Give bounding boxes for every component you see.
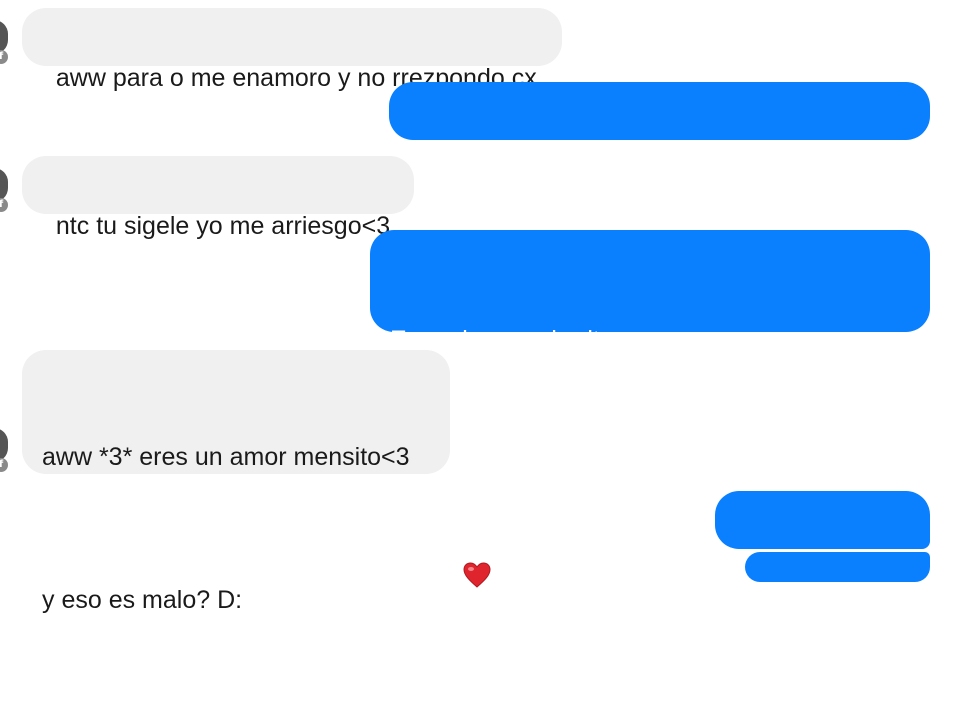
message-bubble-incoming[interactable]: ntc tu sigele yo me arriesgo<3 xyxy=(22,156,414,240)
avatar[interactable] xyxy=(0,168,8,202)
message-text-line: En serio que ahorita no se porque nomas … xyxy=(390,326,891,354)
heart-emoji-icon xyxy=(422,520,492,640)
facebook-badge-icon: f xyxy=(0,458,8,472)
message-bubble-outgoing-partial[interactable] xyxy=(745,552,930,582)
message-text: ntc tu sigele yo me arriesgo<3 xyxy=(55,211,391,240)
avatar[interactable] xyxy=(0,20,8,54)
message-bubble-outgoing[interactable]: lo soy,xD ok no xyxy=(715,491,930,614)
facebook-badge-icon: f xyxy=(0,198,8,212)
message-bubble-incoming[interactable]: aww *3* eres un amor mensito<3 y eso es … xyxy=(22,350,450,614)
facebook-badge-icon: f xyxy=(0,50,8,64)
message-bubble-outgoing[interactable]: En serio que ahorita no se porque nomas … xyxy=(370,230,930,588)
avatar[interactable] xyxy=(0,428,8,462)
message-text: por qué no respondes u.u? No quería para… xyxy=(422,137,904,166)
message-text-line: y eso es malo? D: xyxy=(42,586,243,614)
message-text-line: aww *3* eres un amor mensito<3 xyxy=(42,442,410,471)
message-text: puedo fijar en ti xyxy=(417,486,589,514)
message-bubble-incoming[interactable]: aww para o me enamoro y no rrezpondo cx xyxy=(22,8,562,92)
message-bubble-outgoing[interactable]: por qué no respondes u.u? No quería para… xyxy=(389,82,930,166)
